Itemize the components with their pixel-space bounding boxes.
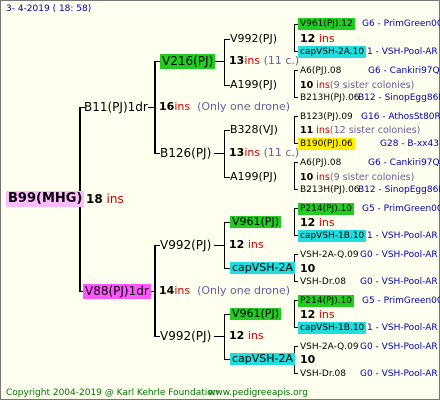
gen4-line: G6 - Cankiri97Q (368, 66, 440, 76)
gen3-inbreeding: 12 ins (300, 216, 335, 229)
connector (294, 189, 298, 190)
gen4-line: B12 - SinopEgg86R (358, 185, 440, 195)
gen4-queen[interactable]: capVSH-2A.10 (298, 46, 367, 58)
connector (148, 107, 155, 108)
gen2-queen[interactable]: V992(PJ) (160, 238, 211, 253)
gen2-inbreeding: 13ins (11 c.) (229, 54, 300, 67)
gen2-queen[interactable]: V216(PJ) (160, 54, 216, 69)
gen4-queen[interactable]: B123(PJ).09 (300, 111, 353, 123)
gen4-line: 1 - VSH-Pool-AR (367, 47, 438, 57)
gen2-inbreeding: 12 ins (229, 329, 264, 342)
gen2-queen[interactable]: V992(PJ) (160, 329, 211, 344)
report-date: 3- 4-2019 ( 18: 58) (6, 4, 92, 14)
gen3-inbreeding: 12 ins (300, 32, 335, 45)
connector (294, 346, 298, 347)
gen4-line: G0 - VSH-Pool-AR (360, 342, 438, 352)
connector (294, 162, 295, 190)
connector (294, 116, 298, 117)
gen3-queen[interactable]: A199(PJ) (230, 79, 277, 91)
connector (294, 300, 295, 328)
gen4-line: G0 - VSH-Pool-AR (360, 369, 438, 379)
gen3-queen[interactable]: V961(PJ) (230, 308, 281, 320)
gen4-line: G6 - Cankiri97Q (368, 158, 440, 168)
connector (214, 61, 225, 62)
connector (294, 373, 298, 374)
gen4-queen[interactable]: B190(PJ).06 (298, 138, 355, 150)
gen4-queen[interactable]: VSH-2A-Q.09 (300, 249, 359, 261)
gen2-inbreeding: 13ins (11 c.) (229, 146, 300, 159)
gen4-line: G0 - VSH-Pool-AR (360, 277, 438, 287)
gen3-queen[interactable]: A199(PJ) (230, 171, 277, 183)
connector (294, 70, 298, 71)
sire-inbreeding: 16ins (Only one drone) (159, 100, 291, 113)
connector (214, 245, 225, 246)
dam-inbreeding: 14ins (Only one drone) (159, 284, 291, 297)
gen4-line: 1 - VSH-Pool-AR (367, 323, 438, 333)
gen4-line: B12 - SinopEgg86R (358, 93, 440, 103)
connector (214, 336, 225, 337)
connector (224, 314, 225, 360)
connector (294, 254, 298, 255)
connector (294, 281, 298, 282)
gen3-inbreeding: 10 (300, 353, 316, 366)
gen3-queen[interactable]: B328(VJ) (230, 124, 278, 136)
gen4-queen[interactable]: A6(PJ).08 (300, 65, 341, 77)
connector (224, 39, 225, 86)
gen4-queen[interactable]: capVSH-1B.10 (298, 230, 367, 242)
gen3-inbreeding: 11 ins(12 sister colonies) (300, 125, 421, 136)
gen3-inbreeding: 10 ins(9 sister colonies) (300, 80, 415, 91)
connector (214, 153, 225, 154)
gen4-queen[interactable]: A6(PJ).08 (300, 157, 341, 169)
connector (294, 97, 298, 98)
gen4-queen[interactable]: VSH-Dr.08 (300, 368, 346, 380)
gen3-queen[interactable]: capVSH-2A (230, 353, 296, 365)
gen4-queen[interactable]: VSH-Dr.08 (300, 276, 346, 288)
connector (294, 208, 295, 236)
gen4-queen[interactable]: B213H(PJ).06 (300, 184, 360, 196)
gen4-queen[interactable]: B213H(PJ).06 (300, 92, 360, 104)
root-inbreeding: 18 ins (86, 192, 124, 206)
gen4-queen[interactable]: P214(PJ).10 (298, 203, 355, 215)
gen4-line: G5 - PrimGreen00 (362, 204, 440, 214)
gen4-line: G5 - PrimGreen00 (362, 296, 440, 306)
gen4-queen[interactable]: V961(PJ).12 (298, 18, 355, 30)
gen4-line: G6 - PrimGreen00 (362, 19, 440, 29)
connector (294, 70, 295, 98)
gen3-queen[interactable]: capVSH-2A (230, 262, 296, 274)
gen2-inbreeding: 12 ins (229, 238, 264, 251)
connector (294, 116, 295, 144)
gen4-line: G28 - B-xx43 (380, 139, 439, 149)
connector (224, 130, 225, 178)
website-link[interactable]: www.pedigreeapis.org (208, 387, 308, 399)
sire-queen[interactable]: B11(PJ)1dr (84, 100, 148, 115)
gen2-queen[interactable]: B126(PJ) (160, 146, 211, 161)
gen3-queen[interactable]: V961(PJ) (230, 216, 281, 228)
gen3-inbreeding: 10 (300, 262, 316, 275)
connector (294, 162, 298, 163)
gen4-line: 1 - VSH-Pool-AR (367, 231, 438, 241)
gen3-inbreeding: 10 ins(9 sister colonies) (300, 172, 415, 183)
gen3-inbreeding: 12 ins (300, 308, 335, 321)
copyright: Copyright 2004-2019 @ Karl Kehrle Founda… (6, 388, 219, 398)
gen4-line: G16 - AthosSt80R (361, 112, 440, 122)
gen4-line: G0 - VSH-Pool-AR (360, 250, 438, 260)
gen3-queen[interactable]: V992(PJ) (230, 33, 277, 45)
gen4-queen[interactable]: VSH-2A-Q.09 (300, 341, 359, 353)
gen4-queen[interactable]: P214(PJ).10 (298, 295, 355, 307)
dam-queen[interactable]: V88(PJ)1dr (83, 284, 151, 299)
root-queen[interactable]: B99(MHG) (6, 191, 85, 207)
gen4-queen[interactable]: capVSH-1B.10 (298, 322, 367, 334)
connector (294, 24, 295, 52)
